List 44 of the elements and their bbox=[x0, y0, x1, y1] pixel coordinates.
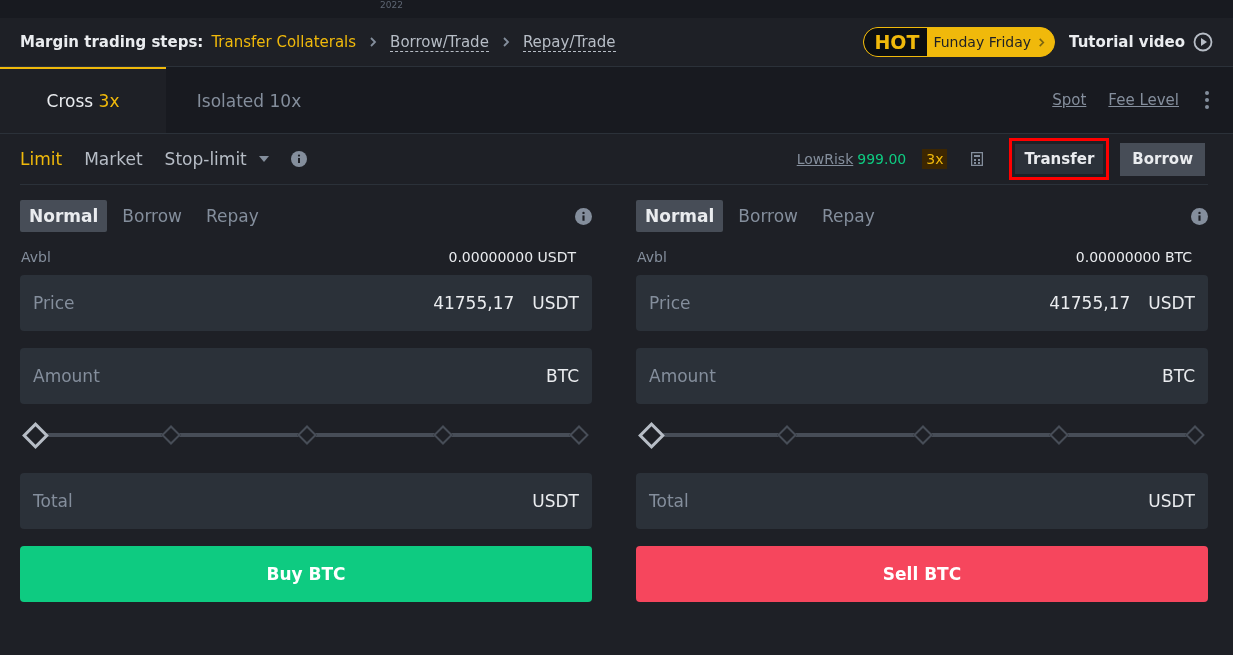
top-link[interactable]: Spot bbox=[1052, 91, 1087, 109]
chevron-icon bbox=[500, 37, 511, 47]
risk-link[interactable]: LowRisk bbox=[796, 151, 854, 167]
action-button[interactable]: Transfer bbox=[1009, 138, 1110, 180]
available-value: 0.00000000 BTC bbox=[1075, 249, 1192, 265]
order-type-tab[interactable]: Limit bbox=[20, 149, 81, 169]
steps-title: Margin trading steps: bbox=[20, 33, 204, 51]
mode-tab[interactable]: Normal bbox=[20, 200, 108, 232]
available-label: Avbl bbox=[637, 249, 667, 265]
info-icon[interactable] bbox=[290, 151, 307, 167]
mode-tab[interactable]: Repay bbox=[197, 200, 268, 232]
step-link[interactable]: Borrow/Trade bbox=[390, 32, 489, 52]
top-link[interactable]: Fee Level bbox=[1108, 91, 1179, 109]
axis-label: 2022 bbox=[380, 0, 403, 10]
trade-button[interactable]: Sell BTC bbox=[636, 546, 1208, 602]
chevron-icon bbox=[368, 37, 379, 47]
calculator-icon[interactable] bbox=[971, 152, 984, 166]
step-link[interactable]: Repay/Trade bbox=[522, 32, 616, 52]
tutorial-link[interactable]: Tutorial video bbox=[1069, 33, 1185, 51]
available-value: 0.00000000 USDT bbox=[448, 249, 576, 265]
input-field[interactable]: Amount BTC bbox=[20, 348, 592, 404]
mode-tab[interactable]: Normal bbox=[636, 200, 724, 232]
mode-tab[interactable]: Isolated 10x bbox=[166, 67, 332, 133]
risk-value: 999.00 bbox=[857, 151, 907, 167]
step-link[interactable]: Transfer Collaterals bbox=[211, 33, 357, 51]
input-field[interactable]: Price 41755,17 USDT bbox=[20, 275, 592, 331]
input-field[interactable]: Total USDT bbox=[20, 473, 592, 529]
mode-tab[interactable]: Repay bbox=[813, 200, 884, 232]
order-type-tab[interactable]: Market bbox=[84, 149, 161, 169]
promo-badge[interactable]: HOT Funday Friday bbox=[863, 27, 1056, 57]
available-label: Avbl bbox=[21, 249, 51, 265]
order-type-tab[interactable]: Stop-limit bbox=[164, 149, 287, 169]
leverage-badge: 3x bbox=[922, 149, 948, 169]
mode-tab[interactable]: Cross 3x bbox=[0, 67, 166, 133]
more-icon[interactable] bbox=[1205, 91, 1209, 109]
mode-tab[interactable]: Borrow bbox=[113, 200, 191, 232]
mode-tab[interactable]: Borrow bbox=[729, 200, 807, 232]
caret-icon[interactable] bbox=[258, 156, 269, 162]
info-icon[interactable] bbox=[1191, 207, 1208, 225]
info-icon[interactable] bbox=[575, 207, 592, 225]
input-field[interactable]: Price 41755,17 USDT bbox=[636, 275, 1208, 331]
input-field[interactable]: Amount BTC bbox=[636, 348, 1208, 404]
play-icon[interactable] bbox=[1193, 32, 1213, 52]
input-field[interactable]: Total USDT bbox=[636, 473, 1208, 529]
